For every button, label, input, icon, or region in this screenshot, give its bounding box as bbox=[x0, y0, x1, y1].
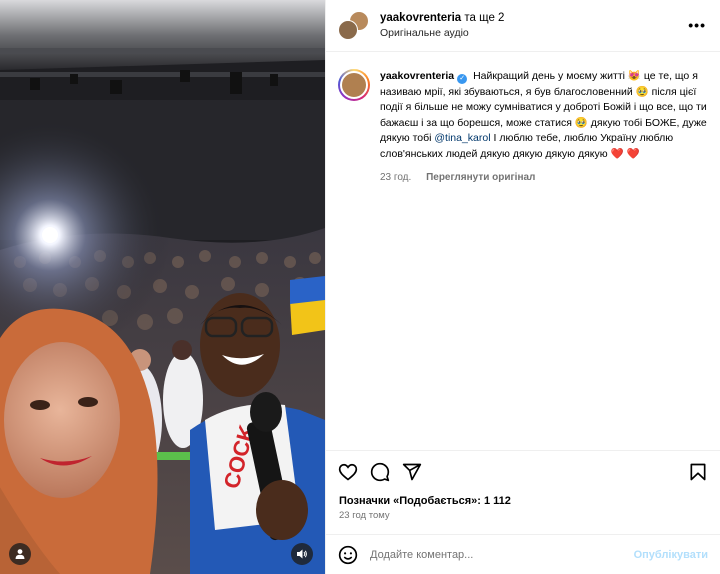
post-header: yaakovrenteria та ще 2 Оригінальне аудіо… bbox=[326, 0, 720, 52]
comment-icon[interactable] bbox=[370, 462, 390, 482]
caption-section: yaakovrenteria ✓ Найкращий день у моєму ж… bbox=[326, 53, 720, 450]
user-tag-icon bbox=[15, 549, 25, 559]
emoji-icon[interactable] bbox=[338, 545, 358, 565]
post-date: 23 год тому bbox=[339, 510, 390, 521]
caption-body: yaakovrenteria ✓ Найкращий день у моєму ж… bbox=[380, 69, 708, 450]
post-footer: Позначки «Подобається»: 1 112 23 год том… bbox=[326, 450, 720, 574]
caption-username[interactable]: yaakovrenteria bbox=[380, 70, 454, 82]
comment-input[interactable] bbox=[370, 548, 634, 561]
verified-badge-icon: ✓ bbox=[457, 74, 468, 84]
concert-selfie-photo: COCK bbox=[0, 0, 325, 574]
bookmark-icon[interactable] bbox=[688, 462, 708, 482]
likes-count[interactable]: Позначки «Подобається»: 1 112 bbox=[326, 493, 720, 509]
action-bar bbox=[326, 451, 720, 491]
header-text: yaakovrenteria та ще 2 Оригінальне аудіо bbox=[380, 11, 504, 41]
header-title: yaakovrenteria та ще 2 bbox=[380, 11, 504, 26]
caption-text: yaakovrenteria ✓ Найкращий день у моєму ж… bbox=[380, 69, 708, 162]
share-icon[interactable] bbox=[402, 462, 422, 482]
audio-toggle-button[interactable] bbox=[291, 543, 313, 565]
view-original-button[interactable]: Переглянути оригінал bbox=[426, 172, 535, 183]
post-dialog: COCK yaakovrenteria та ще 2 Оригінальне … bbox=[0, 0, 720, 574]
caption-time: 23 год. bbox=[380, 172, 412, 183]
avatar bbox=[338, 19, 358, 40]
avatar bbox=[340, 71, 368, 99]
speaker-icon bbox=[297, 549, 307, 559]
caption-mention-link[interactable]: @tina_karol bbox=[434, 132, 490, 144]
comment-bar: Опублікувати bbox=[326, 534, 720, 574]
coauthor-avatars[interactable] bbox=[338, 10, 370, 42]
header-username[interactable]: yaakovrenteria bbox=[380, 12, 461, 24]
more-icon[interactable]: ••• bbox=[688, 17, 706, 33]
heart-icon[interactable] bbox=[338, 462, 358, 482]
caption-meta: 23 год. Переглянути оригінал bbox=[380, 170, 708, 186]
audio-label[interactable]: Оригінальне аудіо bbox=[380, 26, 504, 41]
header-coauthors[interactable]: та ще 2 bbox=[464, 12, 504, 24]
tagged-users-button[interactable] bbox=[9, 543, 31, 565]
caption-avatar[interactable] bbox=[338, 69, 370, 101]
post-details-panel: yaakovrenteria та ще 2 Оригінальне аудіо… bbox=[325, 0, 720, 574]
post-comment-button[interactable]: Опублікувати bbox=[634, 549, 708, 561]
post-media[interactable]: COCK bbox=[0, 0, 325, 574]
